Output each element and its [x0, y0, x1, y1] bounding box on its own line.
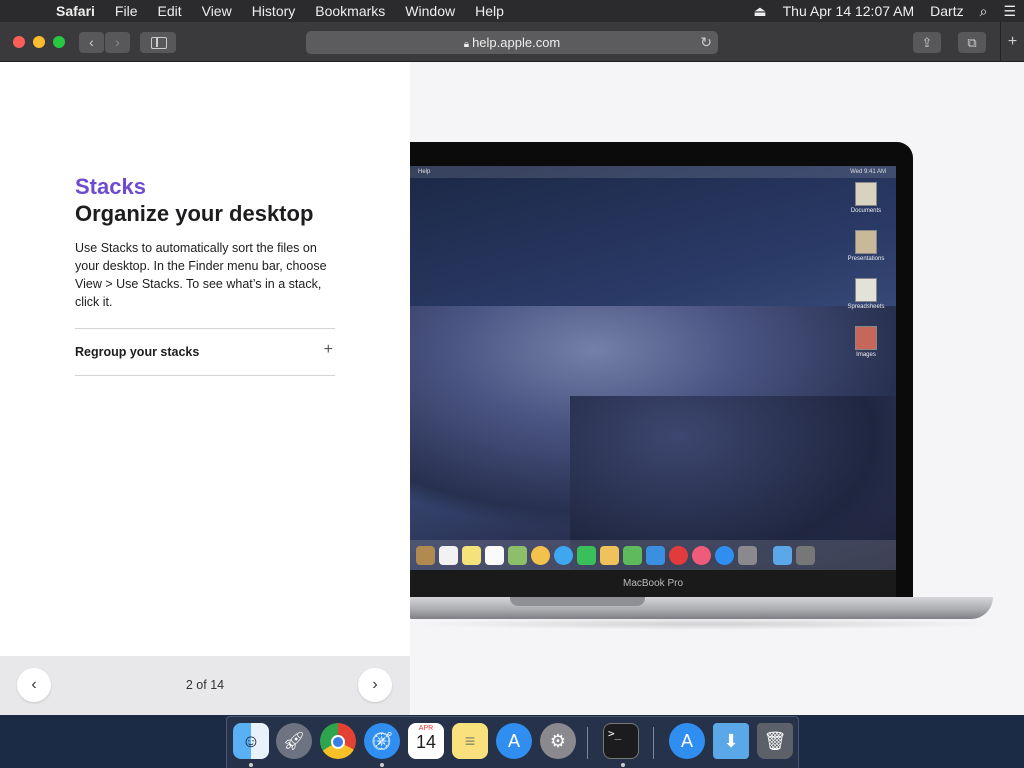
desktop-stack-presentations: Presentations: [846, 230, 886, 262]
macbook-bezel-label: MacBook Pro: [410, 570, 896, 597]
menu-app-safari[interactable]: Safari: [56, 0, 105, 22]
desktop-stack-images: Images: [846, 326, 886, 358]
menu-file[interactable]: File: [105, 0, 148, 22]
menu-edit[interactable]: Edit: [147, 0, 191, 22]
desktop-stack-label: Presentations: [847, 256, 885, 262]
macbook-base: [410, 597, 993, 619]
menu-help[interactable]: Help: [465, 0, 514, 22]
expand-plus-icon[interactable]: +: [324, 341, 333, 359]
next-slide-button[interactable]: ›: [358, 668, 392, 702]
presentations-stack-icon: [855, 230, 877, 254]
images-stack-icon: [855, 326, 877, 350]
dock-system-preferences-icon[interactable]: ⚙: [540, 723, 576, 759]
dock-terminal-icon[interactable]: >_: [603, 723, 639, 759]
close-window-button[interactable]: [13, 36, 25, 48]
dock-safari-icon[interactable]: 🧭︎: [364, 723, 400, 759]
dock-launchpad-icon[interactable]: 🚀︎: [276, 723, 312, 759]
mini-pages-icon: [600, 545, 619, 565]
article-headline: Organize your desktop: [75, 201, 314, 226]
mini-notes-icon: [462, 545, 481, 565]
back-button[interactable]: ‹: [79, 32, 104, 53]
running-indicator: [380, 763, 384, 767]
mini-keynote-icon: [646, 545, 665, 565]
running-indicator: [249, 763, 253, 767]
menu-clock[interactable]: Thu Apr 14 12:07 AM: [775, 3, 923, 19]
mini-dock: [410, 540, 896, 570]
mini-trash-icon: [796, 545, 815, 565]
web-content: Stacks Organize your desktop Use Stacks …: [0, 62, 1024, 715]
mini-app-store-icon: [715, 545, 734, 565]
mini-menu-bar: Help Wed 9:41 AM: [410, 166, 896, 178]
dock: ☺ 🚀︎ 🧭︎ APR 14 ≡ A ⚙ >_ A ⬇ 🗑︎: [226, 716, 799, 768]
mini-calendar-icon: [439, 545, 458, 565]
article-panel: Stacks Organize your desktop Use Stacks …: [0, 62, 410, 715]
address-bar-url: help.apple.com: [472, 35, 561, 50]
article-body: Use Stacks to automatically sort the fil…: [75, 241, 327, 309]
desktop-stack-documents: Documents: [846, 182, 886, 214]
calendar-month: APR: [418, 725, 434, 732]
menu-bookmarks[interactable]: Bookmarks: [305, 0, 395, 22]
menu-user[interactable]: Dartz: [922, 3, 971, 19]
macbook-shadow: [410, 618, 1000, 630]
slide-count: 2 of 14: [185, 678, 225, 692]
forward-button[interactable]: ›: [105, 32, 130, 53]
lock-icon: 🔒︎: [463, 39, 470, 50]
article-eyebrow: Stacks: [75, 174, 146, 199]
slide-pager: ‹ 2 of 14 ›: [0, 656, 410, 715]
accordion-label: Regroup your stacks: [75, 345, 200, 359]
mini-system-preferences-icon: [738, 545, 757, 565]
desktop-stack-spreadsheets: Spreadsheets: [846, 278, 886, 310]
mini-numbers-icon: [623, 545, 642, 565]
running-indicator: [621, 763, 625, 767]
mini-photos-icon: [531, 545, 550, 565]
menu-view[interactable]: View: [192, 0, 242, 22]
browser-toolbar: ‹ › 🔒︎ help.apple.com ↻ ⇪ ⧉ +: [0, 22, 1024, 62]
dock-notes-icon[interactable]: ≡: [452, 723, 488, 759]
mini-messages-icon: [554, 545, 573, 565]
mini-news-icon: [669, 545, 688, 565]
desktop-stack-label: Images: [856, 352, 876, 358]
mini-reminders-icon: [485, 545, 504, 565]
menu-history[interactable]: History: [242, 0, 306, 22]
desktop-stack-label: Spreadsheets: [847, 304, 885, 310]
dock-applications-folder-icon[interactable]: A: [669, 723, 705, 759]
dock-chrome-icon[interactable]: [320, 723, 356, 759]
regroup-stacks-accordion[interactable]: Regroup your stacks +: [75, 328, 335, 376]
spreadsheets-stack-icon: [855, 278, 877, 302]
mini-music-icon: [692, 545, 711, 565]
macbook-screen: Help Wed 9:41 AM Documents Presentations…: [410, 166, 896, 570]
dock-app-store-icon[interactable]: A: [496, 723, 532, 759]
notification-center-icon[interactable]: ☰: [995, 3, 1024, 20]
sidebar-toggle-button[interactable]: [140, 32, 176, 53]
dock-trash-icon[interactable]: 🗑︎: [757, 723, 793, 759]
mini-folder-icon: [773, 545, 792, 565]
dock-separator: [653, 727, 654, 759]
menu-bar: Safari File Edit View History Bookmarks …: [0, 0, 1024, 22]
documents-stack-icon: [855, 182, 877, 206]
address-bar[interactable]: 🔒︎ help.apple.com ↻: [306, 31, 718, 54]
eject-icon[interactable]: ⏏: [745, 3, 774, 20]
macbook-base-notch: [510, 597, 645, 606]
mini-menu-app: Help: [418, 169, 431, 175]
dock-separator: [587, 727, 588, 759]
mini-maps-icon: [508, 545, 527, 565]
reload-icon[interactable]: ↻: [700, 31, 712, 54]
dock-calendar-icon[interactable]: APR 14: [408, 723, 444, 759]
show-tabs-button[interactable]: ⧉: [958, 32, 986, 53]
mini-facetime-icon: [577, 545, 596, 565]
zoom-window-button[interactable]: [53, 36, 65, 48]
share-button[interactable]: ⇪: [913, 32, 941, 53]
macbook-illustration: Help Wed 9:41 AM Documents Presentations…: [410, 142, 913, 597]
mini-menu-time: Wed 9:41 AM: [850, 169, 886, 175]
menu-window[interactable]: Window: [395, 0, 465, 22]
mini-contacts-icon: [416, 545, 435, 565]
dock-downloads-folder-icon[interactable]: ⬇: [713, 723, 749, 759]
calendar-day: 14: [415, 732, 437, 752]
dock-finder-icon[interactable]: ☺: [233, 723, 269, 759]
new-tab-button[interactable]: +: [1000, 22, 1024, 62]
minimize-window-button[interactable]: [33, 36, 45, 48]
spotlight-search-icon[interactable]: ⌕: [972, 3, 996, 20]
desktop-stack-label: Documents: [850, 208, 882, 214]
